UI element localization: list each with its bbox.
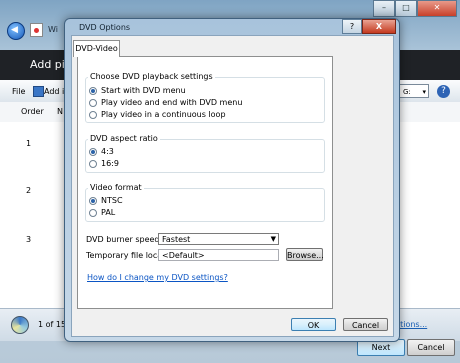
drive-select[interactable]: G: [399, 84, 429, 99]
row-order-2: 2 [26, 186, 32, 195]
radio-button[interactable] [89, 98, 97, 107]
help-settings-link[interactable]: How do I change my DVD settings? [87, 273, 228, 282]
disc-icon [11, 316, 29, 334]
radio-start-with-menu[interactable]: Start with DVD menu [89, 86, 186, 95]
column-order[interactable]: Order [21, 107, 44, 116]
radio-label: NTSC [101, 196, 123, 205]
minimize-icon[interactable]: – [373, 0, 395, 17]
radio-button[interactable] [89, 147, 97, 156]
column-name[interactable]: N [57, 107, 63, 116]
radio-label: 4:3 [101, 147, 114, 156]
row-order-3: 3 [26, 235, 32, 244]
radio-pal[interactable]: PAL [89, 208, 115, 217]
chevron-down-icon: ▼ [270, 235, 276, 243]
format-group [85, 188, 325, 222]
temp-location-input[interactable]: <Default> [158, 249, 279, 261]
close-icon[interactable]: ✕ [417, 0, 457, 17]
temp-location-value: <Default> [162, 251, 205, 260]
dialog-help-button[interactable]: ? [342, 19, 362, 34]
playback-legend: Choose DVD playback settings [88, 72, 215, 81]
file-menu[interactable]: File [12, 87, 25, 96]
aspect-group [85, 139, 325, 173]
radio-button[interactable] [89, 208, 97, 217]
back-arrow-icon[interactable] [7, 22, 25, 40]
radio-aspect-4-3[interactable]: 4:3 [89, 147, 114, 156]
help-icon[interactable]: ? [437, 85, 450, 98]
dialog-close-button[interactable]: X [362, 19, 396, 34]
radio-end-with-menu[interactable]: Play video and end with DVD menu [89, 98, 242, 107]
burner-speed-select[interactable]: Fastest ▼ [158, 233, 279, 245]
add-items-icon[interactable] [33, 86, 44, 97]
row-order-1: 1 [26, 139, 32, 148]
aspect-legend: DVD aspect ratio [88, 134, 160, 143]
radio-label: PAL [101, 208, 116, 217]
radio-label: Play video and end with DVD menu [101, 98, 243, 107]
tab-dvd-video[interactable]: DVD-Video [73, 40, 120, 57]
browse-button[interactable]: Browse... [286, 248, 324, 261]
burner-speed-value: Fastest [162, 235, 191, 244]
main-window-title: Wi [48, 25, 58, 34]
radio-continuous-loop[interactable]: Play video in a continuous loop [89, 110, 226, 119]
main-cancel-button[interactable]: Cancel [407, 339, 455, 356]
radio-label: Start with DVD menu [101, 86, 186, 95]
burner-speed-label: DVD burner speed: [86, 235, 163, 244]
radio-button[interactable] [89, 110, 97, 119]
radio-label: 16:9 [101, 159, 119, 168]
maximize-icon[interactable]: □ [395, 0, 417, 17]
cancel-button[interactable]: Cancel [343, 318, 388, 331]
drive-value: G: [403, 88, 411, 96]
ok-button[interactable]: OK [291, 318, 336, 331]
dialog-title: DVD Options [79, 23, 131, 32]
radio-button[interactable] [89, 159, 97, 168]
radio-button[interactable] [89, 196, 97, 205]
window-controls: – □ ✕ [373, 0, 457, 17]
radio-aspect-16-9[interactable]: 16:9 [89, 159, 119, 168]
radio-label: Play video in a continuous loop [101, 110, 226, 119]
format-legend: Video format [88, 183, 144, 192]
app-icon [30, 23, 43, 37]
radio-button[interactable] [89, 86, 97, 95]
radio-ntsc[interactable]: NTSC [89, 196, 123, 205]
